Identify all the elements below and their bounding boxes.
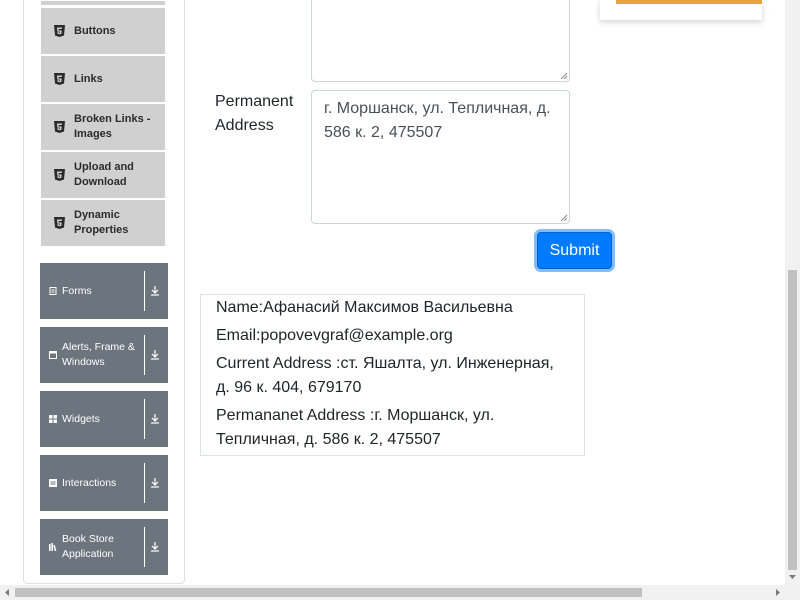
sidebar-group-label: Interactions bbox=[62, 476, 117, 489]
output-panel: Name:Афанасий Максимов Васильевна Email:… bbox=[200, 294, 585, 456]
html5-icon bbox=[54, 73, 65, 85]
scroll-left-arrow-icon[interactable] bbox=[3, 588, 12, 597]
sidebar-group-book-store[interactable]: Book Store Application bbox=[40, 519, 168, 575]
expand-arrow-icon[interactable] bbox=[150, 540, 160, 554]
expand-arrow-icon[interactable] bbox=[150, 348, 160, 362]
resize-grip-icon[interactable] bbox=[560, 214, 568, 222]
sidebar-item-label: Links bbox=[74, 72, 103, 85]
scroll-right-arrow-icon[interactable] bbox=[773, 588, 782, 597]
output-email: Email:popovevgraf@example.org bbox=[216, 327, 453, 344]
sidebar-item-partial[interactable] bbox=[40, 0, 166, 6]
sidebar-group-label: Book Store Application bbox=[62, 533, 114, 560]
expand-arrow-icon[interactable] bbox=[150, 476, 160, 490]
output-current-address: Current Address :ст. Яшалта, ул. Инженер… bbox=[216, 355, 554, 396]
current-address-textarea[interactable] bbox=[311, 0, 570, 82]
window-icon bbox=[49, 351, 57, 359]
sidebar-group-forms[interactable]: Forms bbox=[40, 263, 168, 319]
permanent-address-label: Permanent Address bbox=[215, 93, 294, 134]
sidebar-group-alerts[interactable]: Alerts, Frame & Windows bbox=[40, 327, 168, 383]
sidebar-item-label: Broken Links - Images bbox=[74, 113, 151, 140]
sidebar-item-broken-links[interactable]: Broken Links - Images bbox=[40, 103, 166, 151]
output-name: Name:Афанасий Максимов Васильевна bbox=[216, 299, 513, 316]
sidebar-group-interactions[interactable]: Interactions bbox=[40, 455, 168, 511]
group-divider bbox=[144, 271, 145, 311]
expand-arrow-icon[interactable] bbox=[150, 412, 160, 426]
sidebar-item-label: Upload and Download bbox=[74, 161, 134, 188]
submit-button[interactable]: Submit bbox=[537, 232, 612, 269]
sidebar-item-upload-download[interactable]: Upload and Download bbox=[40, 151, 166, 199]
sidebar-group-label: Widgets bbox=[62, 412, 100, 425]
ad-banner[interactable] bbox=[600, 0, 762, 20]
sidebar-group-widgets[interactable]: Widgets bbox=[40, 391, 168, 447]
sidebar-item-dynamic-properties[interactable]: Dynamic Properties bbox=[40, 199, 166, 247]
list-icon bbox=[49, 479, 57, 487]
group-divider bbox=[144, 527, 145, 567]
group-divider bbox=[144, 399, 145, 439]
permanent-address-textarea[interactable]: г. Моршанск, ул. Тепличная, д. 586 к. 2,… bbox=[311, 90, 570, 224]
file-icon bbox=[49, 287, 57, 295]
sidebar-group-label: Forms bbox=[62, 284, 92, 297]
resize-grip-icon[interactable] bbox=[560, 72, 568, 80]
scroll-down-arrow-icon[interactable] bbox=[788, 572, 797, 581]
sidebar-item-buttons[interactable]: Buttons bbox=[40, 7, 166, 55]
vertical-scrollbar[interactable] bbox=[785, 0, 800, 585]
html5-icon bbox=[54, 121, 65, 133]
vertical-scrollbar-thumb[interactable] bbox=[788, 270, 797, 570]
group-divider bbox=[144, 335, 145, 375]
grid-icon bbox=[49, 415, 57, 423]
output-permanent-address: Permananet Address :г. Моршанск, ул. Теп… bbox=[216, 407, 495, 448]
sidebar-group-label: Alerts, Frame & Windows bbox=[62, 341, 135, 368]
html5-icon bbox=[54, 169, 65, 181]
horizontal-scrollbar-thumb[interactable] bbox=[15, 588, 642, 597]
sidebar-item-links[interactable]: Links bbox=[40, 55, 166, 103]
horizontal-scrollbar[interactable] bbox=[0, 585, 800, 600]
expand-arrow-icon[interactable] bbox=[150, 284, 160, 298]
books-icon bbox=[49, 543, 57, 551]
ad-accent-bar bbox=[616, 0, 762, 4]
html5-icon bbox=[54, 217, 65, 229]
sidebar-item-label: Buttons bbox=[74, 24, 116, 37]
sidebar-item-label: Dynamic Properties bbox=[74, 209, 129, 236]
html5-icon bbox=[54, 25, 65, 37]
group-divider bbox=[144, 463, 145, 503]
